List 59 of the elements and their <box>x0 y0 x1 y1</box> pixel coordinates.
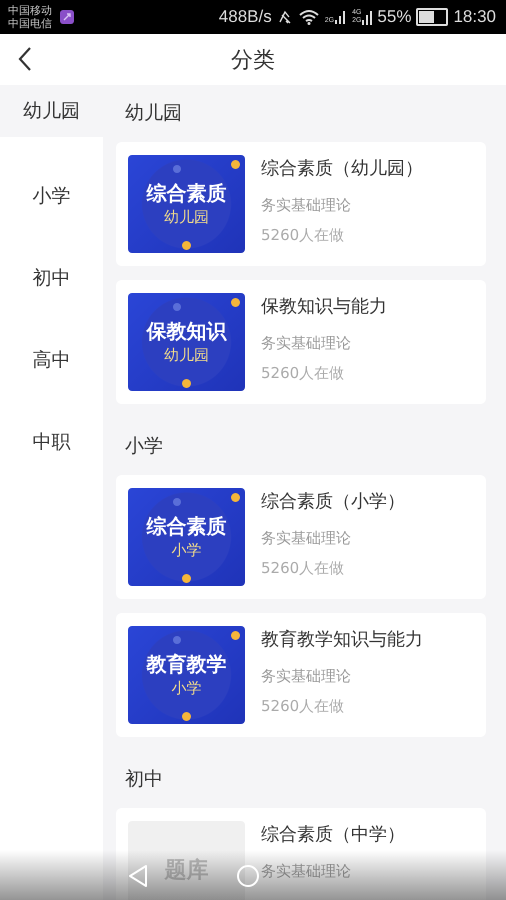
signal-icon <box>335 10 348 24</box>
section-title: 幼儿园 <box>124 101 183 126</box>
dot-icon <box>173 498 181 506</box>
course-subtitle: 务实基础理论 <box>261 333 352 353</box>
dot-icon <box>182 379 191 388</box>
course-name: 教育教学知识与能力 <box>261 628 423 652</box>
network-speed: 488B/s <box>218 7 272 27</box>
course-card[interactable]: 教育教学 小学 教育教学知识与能力 务实基础理论 5260人在做 <box>116 613 486 737</box>
dot-icon <box>182 574 191 583</box>
course-subtitle: 务实基础理论 <box>261 861 352 881</box>
course-card[interactable]: 保教知识 幼儿园 保教知识与能力 务实基础理论 5260人在做 <box>116 280 486 404</box>
dot-icon <box>182 712 191 721</box>
wifi-icon <box>298 9 320 25</box>
course-subtitle: 务实基础理论 <box>261 528 352 548</box>
course-card[interactable]: 综合素质 幼儿园 综合素质（幼儿园） 务实基础理论 5260人在做 <box>116 142 486 266</box>
section-title: 初中 <box>124 767 164 792</box>
participant-count: 5260人在做 <box>261 225 346 245</box>
cover-title: 综合素质 <box>146 513 226 539</box>
page-title: 分类 <box>231 46 275 74</box>
course-name: 综合素质（小学） <box>261 490 405 514</box>
dot-icon <box>231 298 240 307</box>
participant-count: 5260人在做 <box>261 558 346 578</box>
home-nav-button[interactable] <box>236 864 260 888</box>
dot-icon <box>231 631 240 640</box>
cover-title: 保教知识 <box>146 318 226 344</box>
section-title: 小学 <box>124 434 164 459</box>
cover-title: 教育教学 <box>146 651 226 677</box>
battery-percent: 55% <box>377 7 412 27</box>
battery-icon <box>416 8 448 26</box>
cover-subtitle: 幼儿园 <box>164 345 209 366</box>
dot-icon <box>173 303 181 311</box>
signal-icon <box>362 11 372 25</box>
participant-count: 5260人在做 <box>261 363 346 383</box>
mute-icon <box>276 9 293 25</box>
category-item[interactable]: 幼儿园 <box>0 85 103 137</box>
dot-icon <box>173 636 181 644</box>
back-nav-button[interactable] <box>128 864 148 888</box>
cover-title: 综合素质 <box>146 180 226 206</box>
carrier-name: 中国移动 <box>8 4 52 17</box>
circle-icon <box>236 864 260 888</box>
course-subtitle: 务实基础理论 <box>261 666 352 686</box>
clock: 18:30 <box>453 7 496 27</box>
cover-subtitle: 幼儿园 <box>164 207 209 228</box>
carrier-name: 中国电信 <box>8 17 52 30</box>
cover-subtitle: 小学 <box>172 678 202 699</box>
participant-count: 5260人在做 <box>261 696 346 716</box>
course-card[interactable]: 综合素质 小学 综合素质（小学） 务实基础理论 5260人在做 <box>116 475 486 599</box>
triangle-icon <box>128 864 148 888</box>
cover-subtitle: 小学 <box>172 540 202 561</box>
back-icon <box>18 46 32 72</box>
dot-icon <box>182 241 191 250</box>
course-subtitle: 务实基础理论 <box>261 195 352 215</box>
dot-icon <box>231 493 240 502</box>
dot-icon <box>231 160 240 169</box>
course-name: 综合素质（中学） <box>261 823 405 847</box>
app-notification-icon <box>60 10 74 24</box>
course-name: 保教知识与能力 <box>261 295 387 319</box>
course-name: 综合素质（幼儿园） <box>261 157 423 181</box>
dot-icon <box>173 165 181 173</box>
